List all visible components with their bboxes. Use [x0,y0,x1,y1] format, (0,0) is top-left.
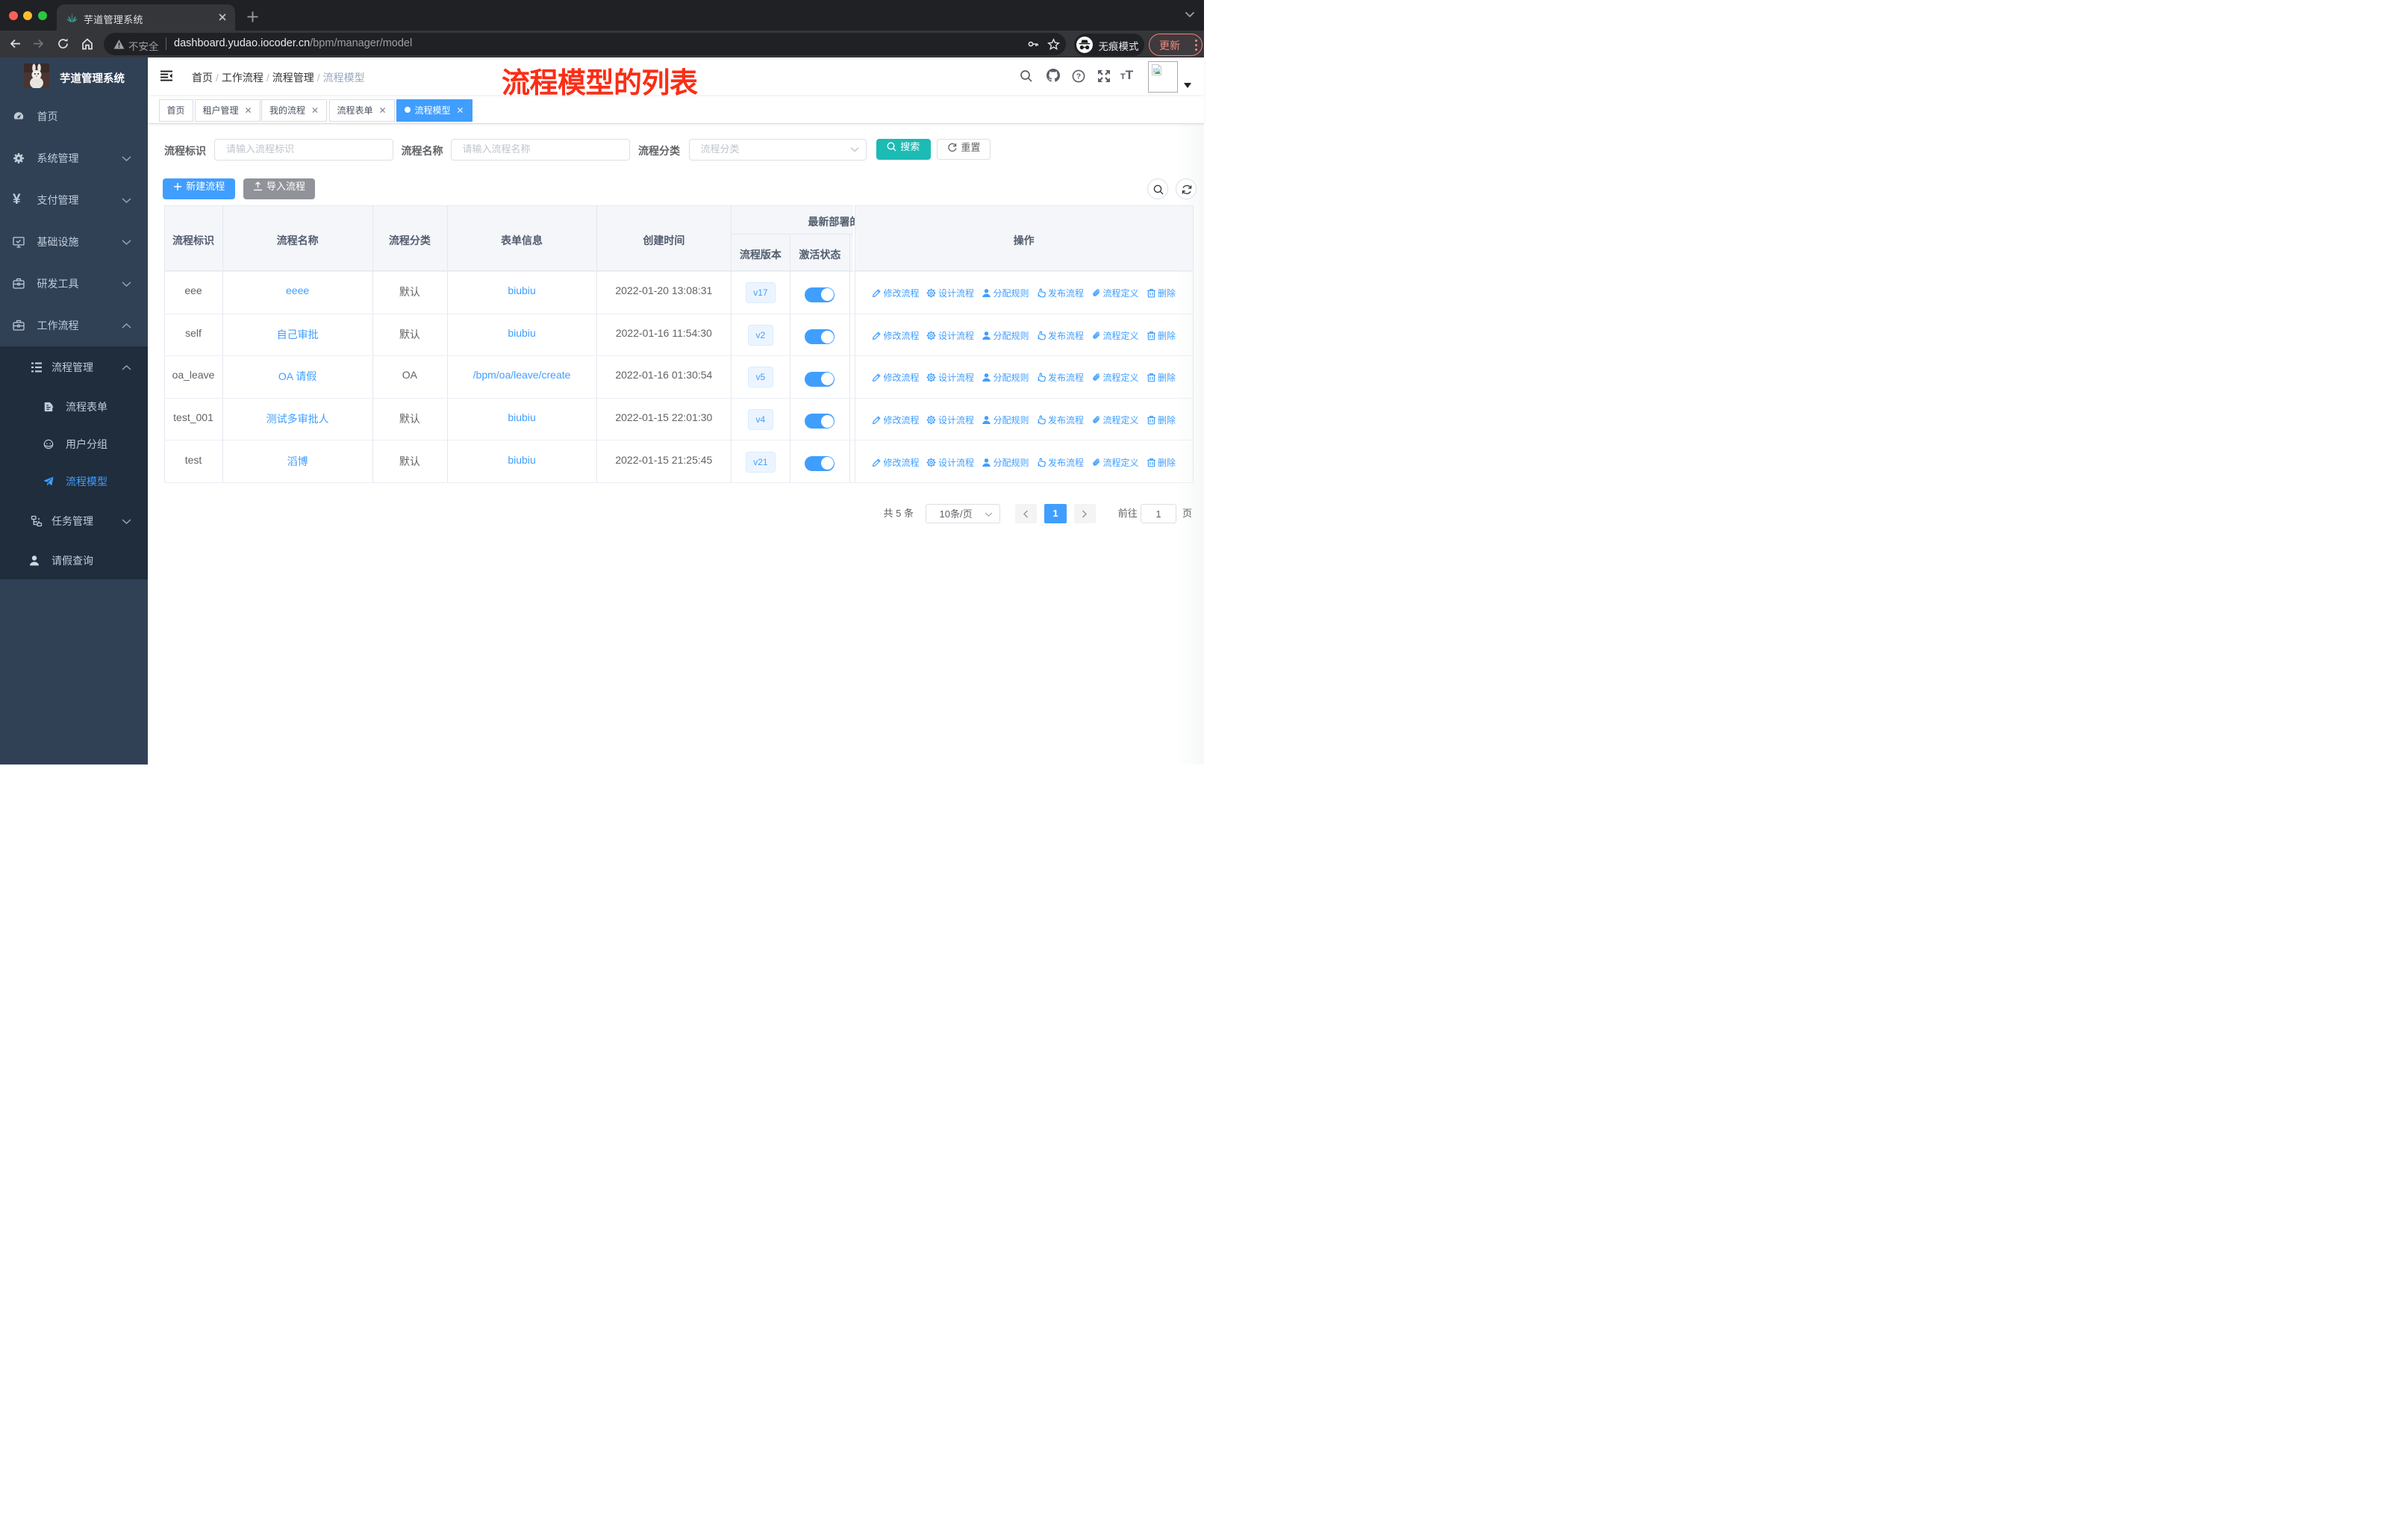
svg-text:?: ? [1076,72,1081,81]
